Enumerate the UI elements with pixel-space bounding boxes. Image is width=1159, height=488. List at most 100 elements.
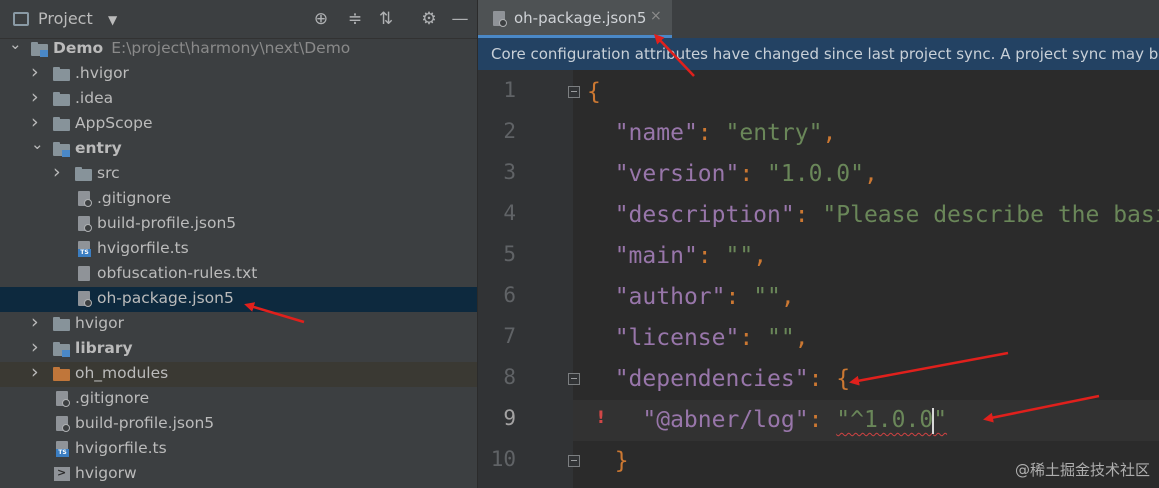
- tree-item-label: .idea: [75, 89, 114, 107]
- code-token: ,: [794, 325, 809, 351]
- tree-row[interactable]: TS hvigorfile.ts: [0, 237, 477, 262]
- line-number: 4: [503, 201, 516, 225]
- code-line[interactable]: "@abner/log": "^1.0.0": [573, 400, 1159, 441]
- tab-oh-package-json5[interactable]: oh-package.json5 ×: [478, 0, 672, 38]
- json-file-icon: [490, 10, 508, 28]
- text-file-icon: [75, 265, 93, 283]
- code-line[interactable]: "version": "1.0.0",: [573, 154, 1159, 195]
- chevron-right-icon[interactable]: ›: [53, 161, 67, 183]
- code-token: ,: [863, 161, 878, 187]
- folder-icon: [53, 65, 71, 83]
- expand-all-icon[interactable]: ≑: [344, 8, 366, 30]
- tree-item-label: .gitignore: [75, 389, 150, 407]
- tree-row[interactable]: › library: [0, 336, 477, 362]
- json-string: "Please describe the basic information.": [822, 202, 1159, 228]
- json-key: "main": [614, 243, 698, 269]
- tree-item-label: oh-package.json5: [97, 289, 234, 307]
- code-line[interactable]: "author": "",: [573, 277, 1159, 318]
- chevron-right-icon[interactable]: ›: [31, 111, 45, 133]
- line-number: 3: [503, 160, 516, 184]
- tree-row[interactable]: › oh_modules: [0, 361, 477, 387]
- json-string: "^1.0.0: [836, 407, 934, 433]
- locate-icon[interactable]: ⊕: [310, 8, 332, 30]
- code-token: }: [614, 448, 629, 474]
- code-token: ,: [822, 120, 837, 146]
- tree-row[interactable]: › src: [0, 161, 477, 187]
- chevron-right-icon[interactable]: ›: [31, 361, 45, 383]
- json-string: "entry": [725, 120, 823, 146]
- tree-item-label: oh_modules: [75, 364, 169, 382]
- tree-row[interactable]: ⌄ Demo E:\project\harmony\next\Demo: [0, 35, 477, 62]
- tree-row[interactable]: .gitignore: [0, 187, 477, 212]
- tree-row[interactable]: ⌄ entry: [0, 135, 477, 162]
- code-token: :: [725, 284, 754, 310]
- code-line[interactable]: "license": "",: [573, 318, 1159, 359]
- tree-row[interactable]: build-profile.json5: [0, 412, 477, 437]
- code-area[interactable]: { "name": "entry", "version": "1.0.0", "…: [573, 70, 1159, 488]
- tab-label: oh-package.json5: [514, 9, 647, 27]
- close-icon[interactable]: ×: [650, 8, 662, 24]
- tree-row[interactable]: › .idea: [0, 86, 477, 112]
- code-line[interactable]: "dependencies": {: [573, 359, 1159, 400]
- chevron-right-icon[interactable]: ›: [31, 86, 45, 108]
- editor-area: oh-package.json5 × Core configuration at…: [478, 0, 1159, 488]
- tree-row[interactable]: › .hvigor: [0, 61, 477, 87]
- tree-row[interactable]: > hvigorw: [0, 462, 477, 487]
- collapse-all-icon[interactable]: ⇅: [375, 8, 397, 30]
- json-key: "@abner/log": [642, 407, 809, 433]
- tree-row[interactable]: .gitignore: [0, 387, 477, 412]
- tree-row[interactable]: build-profile.json5: [0, 212, 477, 237]
- typescript-file-icon: TS: [75, 240, 93, 258]
- chevron-right-icon[interactable]: ›: [31, 311, 45, 333]
- folder-icon: [53, 140, 71, 158]
- project-view-title[interactable]: Project: [38, 9, 93, 28]
- tree-item-label: .gitignore: [97, 189, 172, 207]
- tree-row[interactable]: › AppScope: [0, 111, 477, 137]
- json-string: ": [933, 407, 948, 433]
- folder-icon: [53, 365, 71, 383]
- tree-item-label: build-profile.json5: [75, 414, 215, 432]
- json-key: "description": [614, 202, 795, 228]
- json-string: "": [753, 284, 781, 310]
- code-line[interactable]: {: [573, 72, 1159, 113]
- chevron-down-icon[interactable]: ⌄: [31, 135, 45, 153]
- chevron-right-icon[interactable]: ›: [31, 336, 45, 358]
- code-token: ,: [753, 243, 768, 269]
- tree-row[interactable]: oh-package.json5: [0, 287, 477, 312]
- line-number: 7: [503, 324, 516, 348]
- chevron-down-icon[interactable]: ▼: [108, 13, 117, 27]
- error-icon[interactable]: !: [597, 408, 611, 428]
- code-token: : {: [808, 366, 851, 392]
- module-path: E:\project\harmony\next\Demo: [111, 39, 351, 57]
- folder-icon: [31, 40, 49, 58]
- json-string: "1.0.0": [767, 161, 864, 187]
- tree-row[interactable]: TS hvigorfile.ts: [0, 437, 477, 462]
- code-line[interactable]: "main": "",: [573, 236, 1159, 277]
- folder-icon: [53, 340, 71, 358]
- tree-item-label: hvigorfile.ts: [75, 439, 167, 457]
- line-number: 10: [490, 447, 516, 471]
- json-file-icon: [53, 415, 71, 433]
- gear-icon[interactable]: ⚙: [418, 8, 440, 30]
- minimize-icon[interactable]: —: [449, 8, 471, 30]
- code-token: :: [808, 407, 837, 433]
- line-number: 9: [503, 406, 516, 430]
- tree-row[interactable]: obfuscation-rules.txt: [0, 262, 477, 287]
- chevron-right-icon[interactable]: ›: [31, 61, 45, 83]
- tree-row[interactable]: › hvigor: [0, 311, 477, 337]
- json-file-icon: [75, 290, 93, 308]
- sync-notice-banner: Core configuration attributes have chang…: [478, 38, 1159, 70]
- code-line[interactable]: "description": "Please describe the basi…: [573, 195, 1159, 236]
- project-view-icon: [13, 12, 29, 26]
- folder-icon: [53, 315, 71, 333]
- code-line[interactable]: "name": "entry",: [573, 113, 1159, 154]
- tree-item-label: obfuscation-rules.txt: [97, 264, 258, 282]
- chevron-down-icon[interactable]: ⌄: [9, 35, 23, 53]
- json-key: "author": [614, 284, 726, 310]
- ignore-file-icon: [53, 390, 71, 408]
- code-token: :: [794, 202, 823, 228]
